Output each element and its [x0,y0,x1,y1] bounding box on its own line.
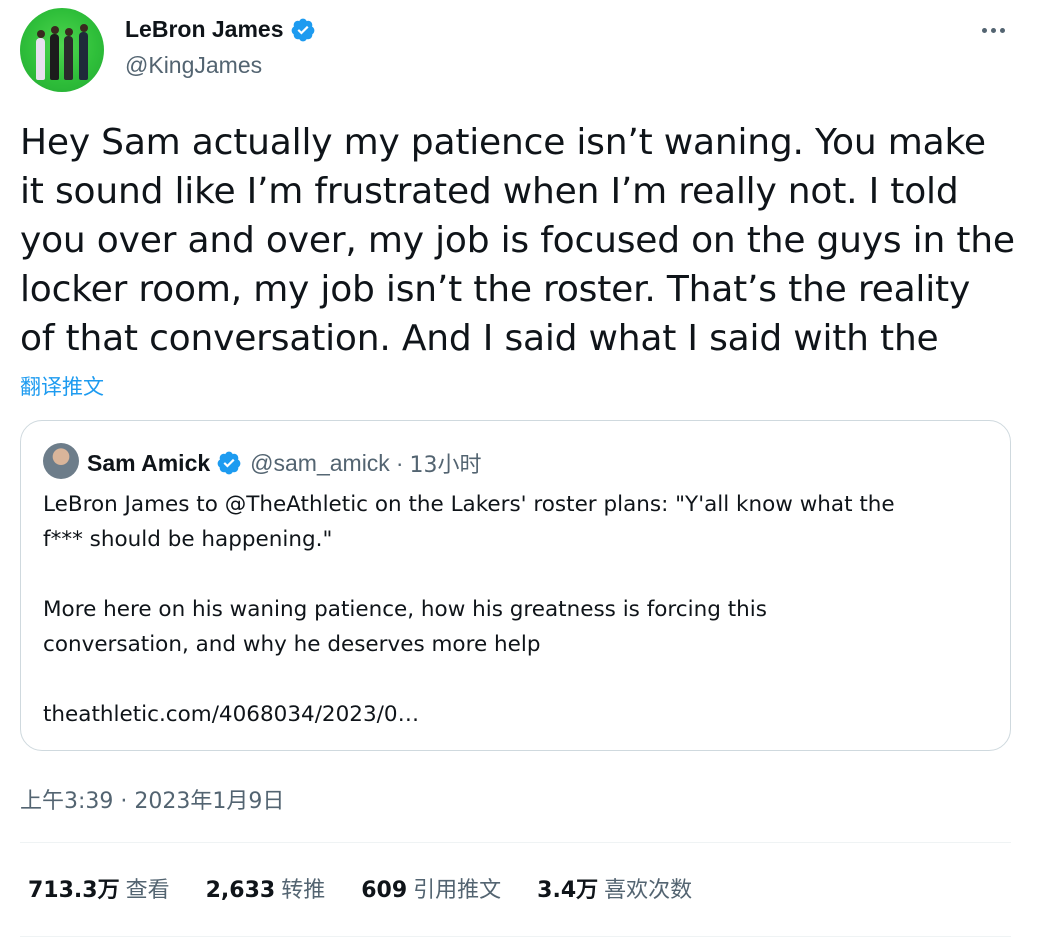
verified-badge-icon [217,451,241,475]
stat-retweets-value: 2,633 [205,878,276,903]
verified-badge-icon [291,18,314,41]
quoted-author-name[interactable]: Sam Amick [87,450,210,477]
more-horizontal-icon[interactable] [977,18,1009,42]
tweet-line: you over and over, my job is focused on … [20,220,1015,261]
quoted-tweet-time[interactable]: 13小时 [409,447,481,479]
stat-views[interactable]: 713.3万 查看 [28,872,170,904]
stat-views-label: 查看 [125,878,170,903]
stat-likes-label: 喜欢次数 [604,878,693,903]
quoted-line: conversation, and why he deserves more h… [43,632,541,657]
tweet-text: Hey Sam actually my patience isn’t wanin… [20,118,1020,363]
quoted-line [43,557,993,592]
author-avatar[interactable] [20,8,104,92]
divider [20,842,1011,843]
stat-retweets-label: 转推 [281,878,326,903]
quoted-line: f*** should be happening." [43,527,333,552]
separator-dot: · [120,789,128,814]
tweet-stats: 713.3万 查看 2,633 转推 609 引用推文 3.4万 喜欢次数 [28,872,728,904]
tweet-line: locker room, my job isn’t the roster. Th… [20,269,971,310]
quoted-author-handle[interactable]: @sam_amick [250,450,390,477]
quoted-author-avatar[interactable] [43,443,79,479]
quoted-tweet-card[interactable]: Sam Amick @sam_amick · 13小时 LeBron James… [20,420,1011,751]
divider [20,936,1011,937]
stat-likes-value: 3.4万 [537,878,599,903]
stat-likes[interactable]: 3.4万 喜欢次数 [537,872,692,904]
translate-tweet-link[interactable]: 翻译推文 [20,371,104,401]
timestamp-time[interactable]: 上午3:39 [20,789,113,814]
tweet-timestamp: 上午3:39 · 2023年1月9日 [20,783,284,815]
stat-views-value: 713.3万 [28,878,120,903]
author-name[interactable]: LeBron James [125,16,316,43]
tweet-line: of that conversation. And I said what I … [20,318,939,359]
quoted-link[interactable]: theathletic.com/4068034/2023/0… [43,697,993,732]
quoted-line: LeBron James to @TheAthletic on the Lake… [43,492,895,517]
separator-dot: · [395,449,404,476]
timestamp-date[interactable]: 2023年1月9日 [134,789,284,814]
tweet-line: it sound like I’m frustrated when I’m re… [20,171,959,212]
author-name-text[interactable]: LeBron James [125,16,284,43]
quoted-line: More here on his waning patience, how hi… [43,597,767,622]
stat-retweets[interactable]: 2,633 转推 [206,872,326,904]
stat-quotes-value: 609 [361,878,408,903]
stat-quotes[interactable]: 609 引用推文 [361,872,501,904]
quoted-tweet-header: Sam Amick @sam_amick · 13小时 [87,447,481,479]
quoted-line [43,662,993,697]
author-handle[interactable]: @KingJames [125,52,262,79]
quoted-tweet-body: LeBron James to @TheAthletic on the Lake… [43,487,993,732]
stat-quotes-label: 引用推文 [413,878,502,903]
tweet-line: Hey Sam actually my patience isn’t wanin… [20,122,986,163]
